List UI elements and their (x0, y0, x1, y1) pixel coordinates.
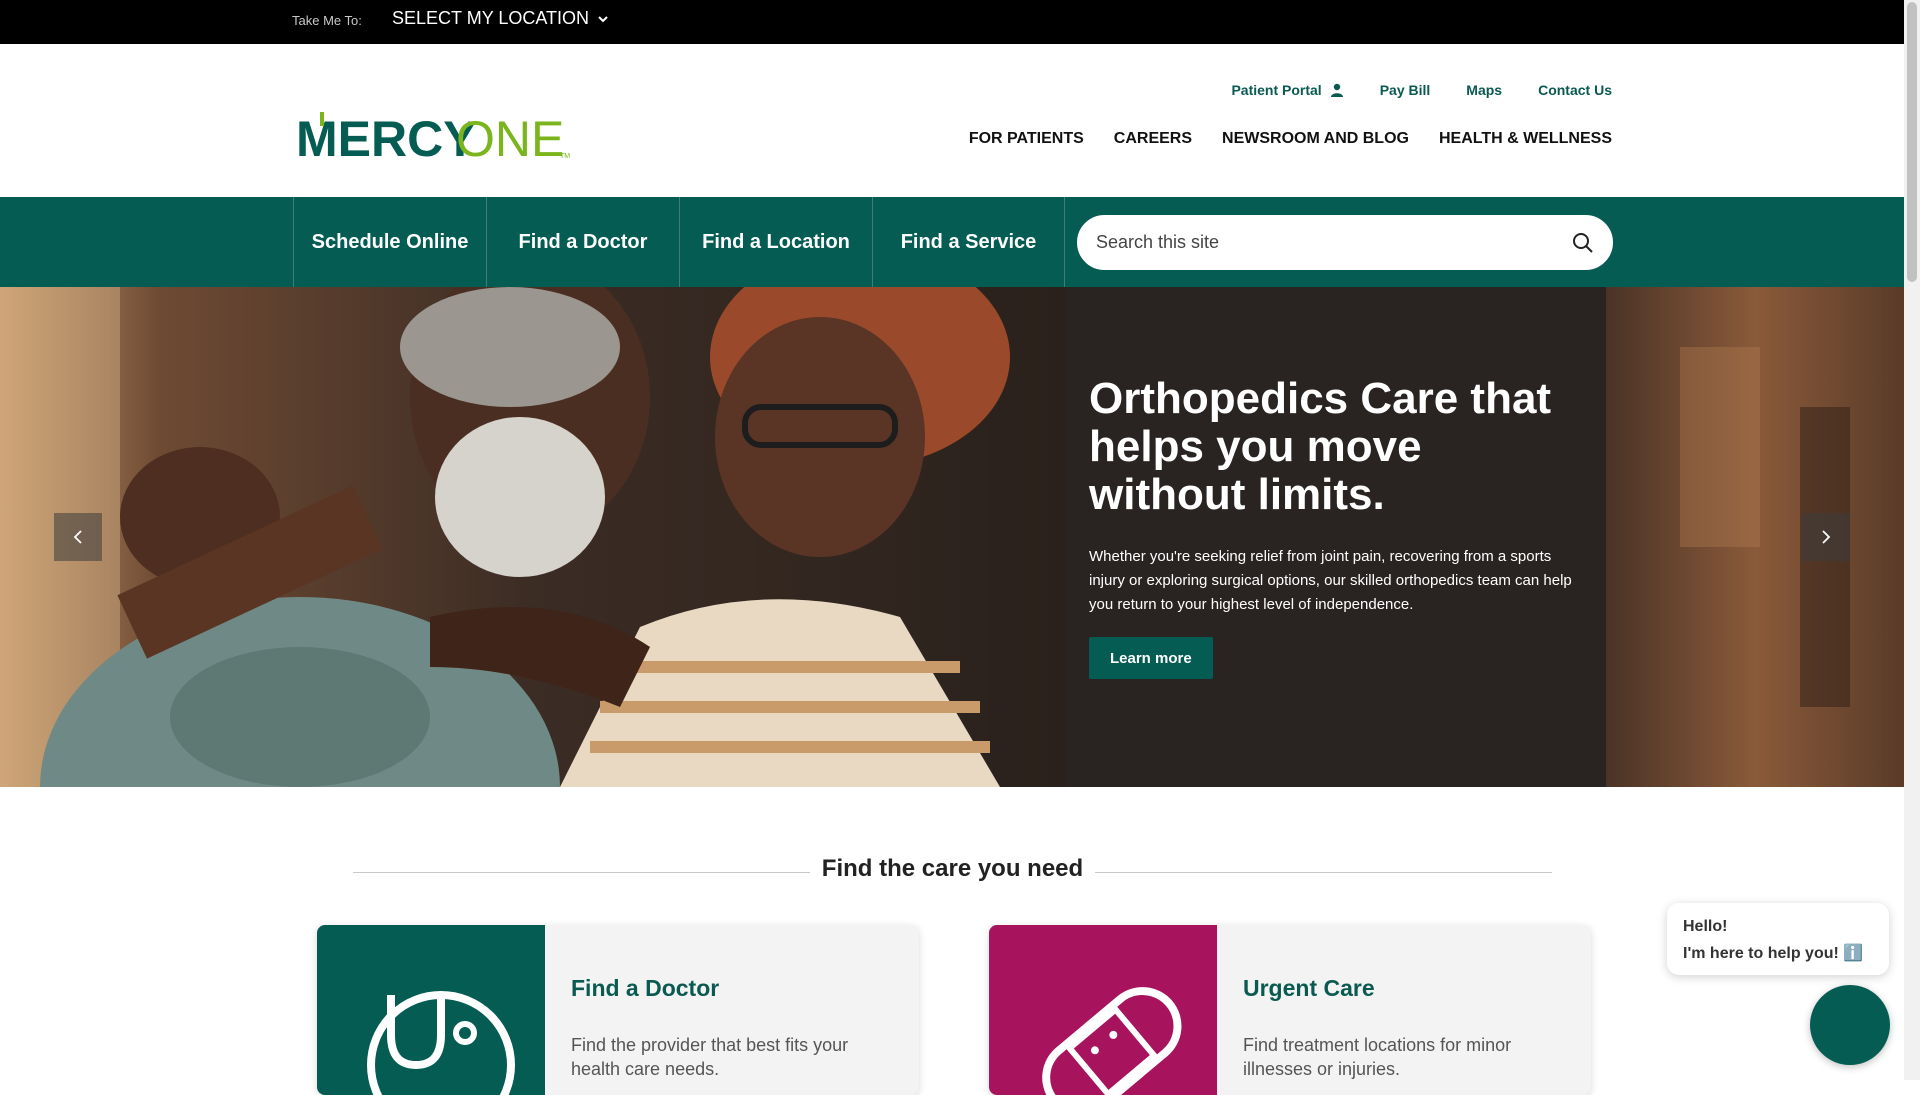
find-location-label: Find a Location (702, 230, 850, 253)
page-scrollbar[interactable] (1904, 0, 1920, 1080)
site-search (1077, 215, 1613, 270)
nav-careers[interactable]: CAREERS (1114, 130, 1192, 148)
location-select-dropdown[interactable]: SELECT MY LOCATION (392, 8, 609, 29)
care-section-heading-text: Find the care you need (809, 855, 1096, 882)
logo-text-one: ONE (456, 112, 564, 162)
urgent-care-card-description: Find treatment locations for minor illne… (1243, 1035, 1512, 1079)
chat-greeting-bubble[interactable]: Hello! I'm here to help you! ℹ️ (1667, 903, 1889, 975)
card-icon-panel (989, 925, 1217, 1095)
find-doctor-button[interactable]: Find a Doctor (486, 197, 679, 287)
user-icon (1330, 83, 1343, 97)
find-doctor-label: Find a Doctor (518, 230, 648, 253)
bandage-icon (1042, 987, 1182, 1095)
stethoscope-icon (367, 991, 515, 1095)
chevron-left-icon (73, 530, 82, 544)
site-header: MERCY ONE TM Patient Portal Pay Bill Map… (0, 44, 1904, 197)
search-icon[interactable] (1572, 232, 1594, 254)
logo-cross-mark (320, 112, 324, 126)
nav-for-patients[interactable]: FOR PATIENTS (969, 130, 1084, 148)
scrollbar-thumb[interactable] (1907, 2, 1917, 282)
find-doctor-card-description: Find the provider that best fits your he… (571, 1035, 849, 1079)
find-doctor-card[interactable]: Find a Doctor Find the provider that bes… (317, 925, 919, 1095)
chevron-down-icon (598, 15, 608, 22)
contact-us-link[interactable]: Contact Us (1538, 82, 1612, 98)
find-service-label: Find a Service (900, 230, 1037, 253)
top-location-bar: Take Me To: SELECT MY LOCATION (0, 0, 1904, 44)
chevron-right-icon (1822, 530, 1831, 544)
search-input[interactable] (1096, 232, 1572, 253)
carousel-prev-button[interactable] (54, 513, 102, 561)
chat-launcher-button[interactable] (1810, 985, 1890, 1065)
pay-bill-link[interactable]: Pay Bill (1380, 82, 1431, 98)
chat-greeting: Hello! (1683, 918, 1728, 935)
utility-nav: Patient Portal Pay Bill Maps Contact Us (1231, 82, 1612, 98)
maps-link[interactable]: Maps (1466, 82, 1502, 98)
find-location-button[interactable]: Find a Location (679, 197, 872, 287)
schedule-online-label: Schedule Online (311, 230, 469, 253)
learn-more-button[interactable]: Learn more (1089, 637, 1213, 679)
nav-health-wellness[interactable]: HEALTH & WELLNESS (1439, 130, 1612, 148)
patient-portal-label: Patient Portal (1231, 82, 1322, 98)
main-nav: FOR PATIENTS CAREERS NEWSROOM AND BLOG H… (969, 130, 1612, 148)
card-icon-panel (317, 925, 545, 1095)
chat-message: I'm here to help you! ℹ️ (1683, 945, 1864, 962)
mercyone-logo[interactable]: MERCY ONE TM (296, 112, 571, 162)
urgent-care-card[interactable]: Urgent Care Find treatment locations for… (989, 925, 1591, 1095)
logo-tm: TM (560, 153, 570, 160)
find-service-button[interactable]: Find a Service (872, 197, 1065, 287)
patient-portal-link[interactable]: Patient Portal (1231, 82, 1343, 98)
nav-newsroom-blog[interactable]: NEWSROOM AND BLOG (1222, 130, 1409, 148)
find-doctor-card-title: Find a Doctor (571, 975, 720, 1001)
carousel-next-button[interactable] (1802, 513, 1850, 561)
schedule-online-button[interactable]: Schedule Online (293, 197, 486, 287)
care-section-header: Find the care you need (353, 855, 1552, 885)
hero-title: Orthopedics Care that helps you move wit… (1089, 374, 1552, 519)
location-select-value: SELECT MY LOCATION (392, 8, 590, 28)
hero-photo-couple-dancing (0, 287, 1904, 787)
urgent-care-card-title: Urgent Care (1243, 975, 1375, 1001)
take-me-to-label: Take Me To: (292, 13, 362, 28)
quick-action-bar: Schedule Online Find a Doctor Find a Loc… (0, 197, 1904, 287)
hero-text-panel: Orthopedics Care that helps you move wit… (1066, 287, 1606, 787)
hero-description: Whether you're seeking relief from joint… (1089, 548, 1572, 613)
hero-carousel: Orthopedics Care that helps you move wit… (0, 287, 1904, 787)
care-section-heading: Find the care you need (353, 855, 1552, 883)
